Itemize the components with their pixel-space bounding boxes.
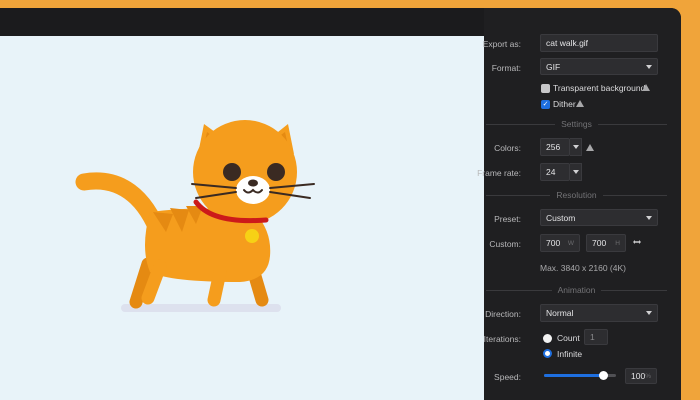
speed-unit-label: % (645, 372, 651, 380)
export-as-input[interactable]: cat walk.gif (540, 34, 658, 52)
dither-checkbox[interactable]: ✓ (541, 100, 550, 109)
custom-width-value: 700 (546, 238, 561, 248)
transparent-background-checkbox[interactable] (541, 84, 550, 93)
cat-illustration (75, 120, 315, 312)
settings-section-title: Settings (484, 119, 669, 129)
animation-section-title: Animation (484, 285, 669, 295)
export-as-label: Export as: (482, 39, 521, 49)
direction-label: Direction: (485, 309, 521, 319)
chevron-down-icon (646, 215, 652, 220)
speed-slider-thumb[interactable] (599, 371, 609, 380)
count-label: Count (557, 333, 580, 343)
frame-rate-label: Frame rate: (477, 168, 521, 178)
colors-dropdown[interactable] (570, 138, 582, 156)
count-input[interactable]: 1 (584, 329, 608, 345)
frame-rate-value: 24 (546, 167, 556, 177)
infinite-radio[interactable] (543, 349, 552, 358)
format-select[interactable]: GIF (540, 58, 658, 75)
direction-value: Normal (546, 308, 574, 318)
width-unit-label: W (567, 239, 574, 247)
chevron-down-icon (572, 170, 579, 174)
warning-triangle-icon (642, 84, 650, 91)
colors-value: 256 (546, 142, 561, 152)
link-dimensions-icon[interactable] (632, 237, 642, 247)
chevron-down-icon (572, 145, 579, 149)
colors-label: Colors: (494, 143, 521, 153)
infinite-label: Infinite (557, 349, 583, 359)
warning-triangle-icon (576, 100, 584, 107)
speed-slider-fill (544, 374, 604, 377)
preset-select[interactable]: Custom (540, 209, 658, 226)
frame-rate-input[interactable]: 24 (540, 163, 570, 181)
format-value: GIF (546, 61, 561, 72)
chevron-down-icon (646, 64, 652, 69)
export-settings-panel: Export as: cat walk.gif Format: GIF Tran… (477, 8, 681, 400)
app-window: Export as: cat walk.gif Format: GIF Tran… (0, 8, 681, 400)
count-value: 1 (590, 332, 595, 342)
custom-height-value: 700 (592, 238, 607, 248)
format-label: Format: (491, 63, 521, 73)
custom-width-input[interactable]: 700 W (540, 234, 580, 252)
custom-label: Custom: (489, 239, 521, 249)
custom-height-input[interactable]: 700 H (586, 234, 626, 252)
export-as-value: cat walk.gif (546, 38, 589, 48)
max-resolution-note: Max. 3840 x 2160 (4K) (540, 263, 626, 273)
resolution-section-title: Resolution (484, 190, 669, 200)
direction-select[interactable]: Normal (540, 304, 658, 322)
speed-label: Speed: (494, 372, 521, 382)
speed-value: 100 (631, 371, 646, 381)
iterations-label: Iterations: (483, 334, 521, 344)
chevron-down-icon (646, 311, 652, 315)
preset-value: Custom (546, 212, 576, 223)
frame-rate-dropdown[interactable] (570, 163, 582, 181)
speed-slider[interactable] (544, 371, 616, 380)
preview-canvas (0, 36, 484, 400)
preset-label: Preset: (494, 214, 521, 224)
count-radio[interactable] (543, 334, 552, 343)
height-unit-label: H (615, 239, 620, 247)
colors-input[interactable]: 256 (540, 138, 570, 156)
transparent-background-label: Transparent background (553, 83, 646, 93)
dither-label: Dither (553, 99, 576, 109)
warning-triangle-icon (586, 144, 594, 151)
speed-input[interactable]: 100 % (625, 368, 657, 384)
